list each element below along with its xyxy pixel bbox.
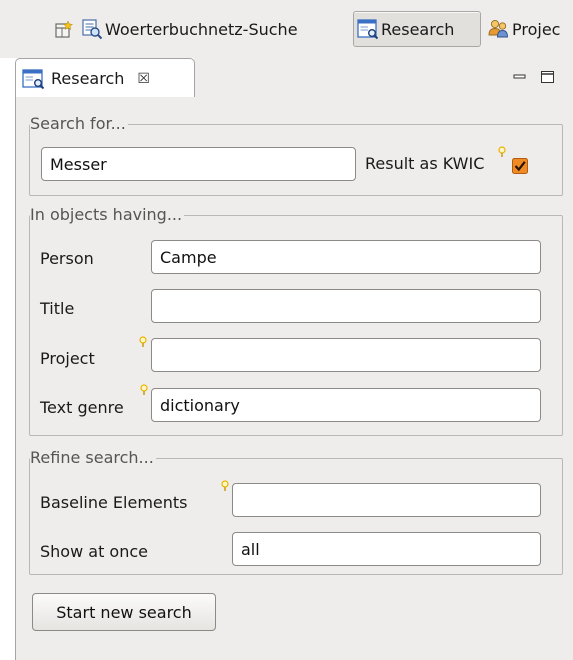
dictionary-search-icon: [82, 19, 103, 40]
research-view-body: Search for... Messer Result as KWIC In o…: [15, 97, 573, 660]
group-legend: Search for...: [30, 114, 126, 133]
tab-research[interactable]: Research ☒: [15, 58, 195, 98]
search-query-input[interactable]: Messer: [41, 147, 356, 181]
show-at-once-label: Show at once: [40, 542, 148, 561]
tab-label: Research: [51, 69, 125, 88]
kwic-label: Result as KWIC: [365, 154, 485, 173]
baseline-elements-label: Baseline Elements: [40, 493, 188, 512]
perspective-research[interactable]: Research: [353, 11, 481, 47]
minimize-icon[interactable]: [512, 70, 528, 84]
open-perspective-icon[interactable]: [54, 20, 74, 40]
person-input[interactable]: Campe: [151, 240, 541, 274]
close-tab-icon[interactable]: ☒: [137, 71, 150, 87]
research-view-icon: [22, 68, 45, 89]
group-legend: In objects having...: [30, 205, 183, 224]
view-tab-row: Research ☒: [0, 58, 573, 98]
perspective-label: Projec: [512, 19, 561, 39]
hint-bulb-icon: [498, 146, 506, 157]
project-users-icon: [488, 19, 508, 38]
start-new-search-button[interactable]: Start new search: [32, 593, 216, 631]
hint-bulb-icon: [221, 480, 229, 491]
perspective-label: Research: [381, 19, 455, 39]
perspective-woerterbuchnetz-suche[interactable]: Woerterbuchnetz-Suche: [78, 11, 350, 47]
title-label: Title: [40, 299, 75, 318]
perspective-bar: Woerterbuchnetz-Suche Research Projec: [0, 0, 573, 58]
group-legend: Refine search...: [30, 448, 154, 467]
title-input[interactable]: [151, 289, 541, 323]
show-at-once-input[interactable]: all: [232, 532, 541, 566]
baseline-elements-input[interactable]: [232, 483, 541, 517]
project-label: Project: [40, 349, 95, 368]
maximize-icon[interactable]: [540, 70, 556, 84]
hint-bulb-icon: [140, 384, 148, 395]
research-view-icon: [357, 19, 379, 40]
text-genre-label: Text genre: [40, 398, 124, 417]
project-input[interactable]: [151, 338, 541, 372]
perspective-label: Woerterbuchnetz-Suche: [105, 19, 298, 39]
kwic-checkbox[interactable]: [512, 158, 528, 174]
perspective-project[interactable]: Projec: [485, 11, 573, 47]
text-genre-input[interactable]: dictionary: [151, 388, 541, 422]
person-label: Person: [40, 249, 94, 268]
hint-bulb-icon: [139, 336, 147, 347]
